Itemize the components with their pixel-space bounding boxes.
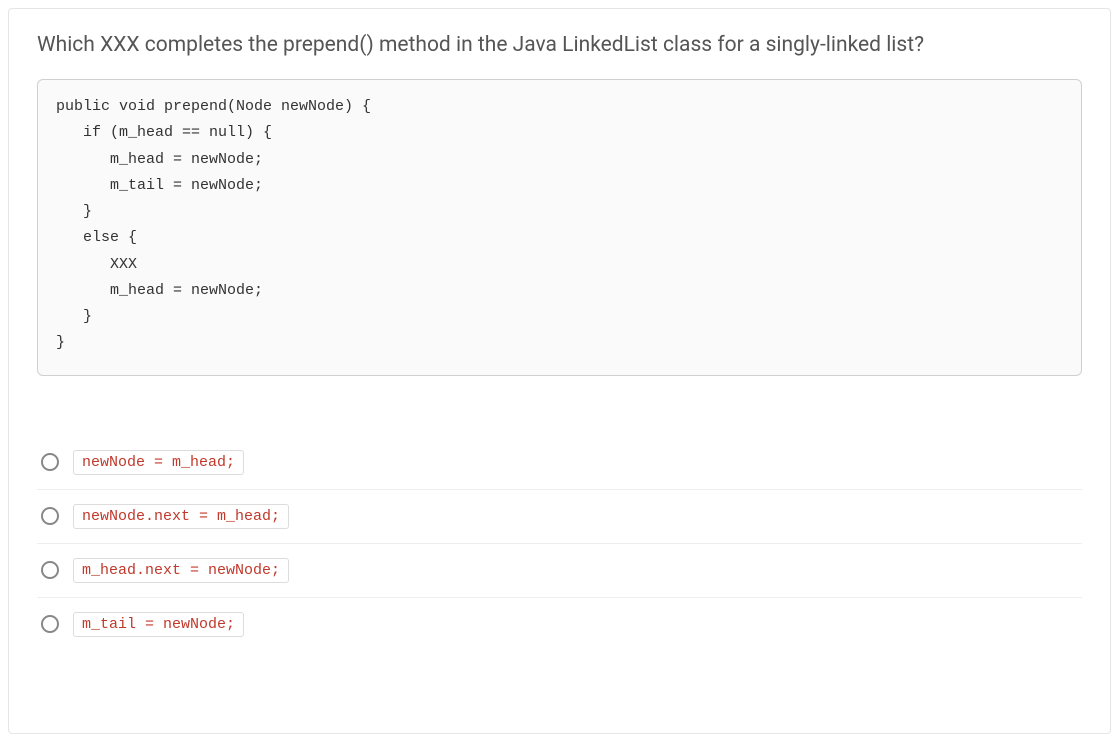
option-row[interactable]: m_tail = newNode; bbox=[37, 598, 1082, 651]
options-list: newNode = m_head; newNode.next = m_head;… bbox=[37, 436, 1082, 651]
option-row[interactable]: m_head.next = newNode; bbox=[37, 544, 1082, 598]
radio-icon[interactable] bbox=[41, 561, 59, 579]
option-label: m_tail = newNode; bbox=[73, 612, 244, 637]
radio-icon[interactable] bbox=[41, 615, 59, 633]
radio-icon[interactable] bbox=[41, 453, 59, 471]
code-block: public void prepend(Node newNode) { if (… bbox=[37, 79, 1082, 376]
radio-icon[interactable] bbox=[41, 507, 59, 525]
question-card: Which XXX completes the prepend() method… bbox=[8, 8, 1111, 734]
option-label: m_head.next = newNode; bbox=[73, 558, 289, 583]
question-text: Which XXX completes the prepend() method… bbox=[37, 33, 1082, 57]
option-label: newNode.next = m_head; bbox=[73, 504, 289, 529]
option-row[interactable]: newNode = m_head; bbox=[37, 436, 1082, 490]
option-row[interactable]: newNode.next = m_head; bbox=[37, 490, 1082, 544]
option-label: newNode = m_head; bbox=[73, 450, 244, 475]
